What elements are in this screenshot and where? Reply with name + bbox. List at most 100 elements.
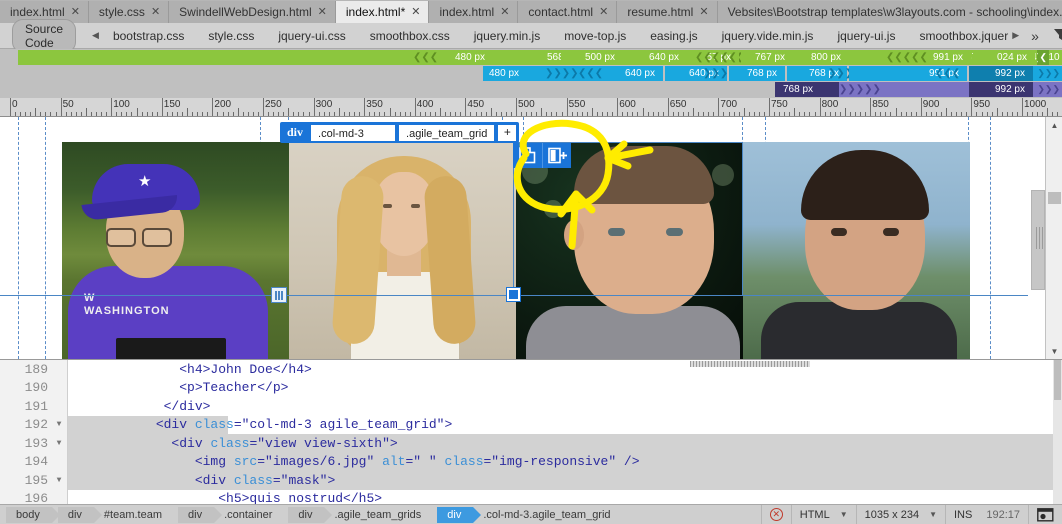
hud-class-field-2[interactable]: .agile_team_grid: [399, 124, 495, 141]
related-file-smoothbox-css[interactable]: smoothbox.css: [370, 29, 450, 43]
mq-resize-arrows[interactable]: ❯❯❯❯❯: [839, 82, 881, 97]
breadcrumb-selector[interactable]: .agile_team_grids: [330, 507, 431, 523]
hud-add-class-button[interactable]: +: [498, 124, 517, 141]
mq-segment-green-1024[interactable]: 024 px: [973, 50, 1035, 65]
related-file-jquery-vide-min-js[interactable]: jquery.vide.min.js: [722, 29, 814, 43]
fold-triangle-icon[interactable]: ▼: [52, 476, 66, 485]
code-line[interactable]: 190 <p>Teacher</p>: [0, 379, 1062, 398]
mq-segment-purple-992[interactable]: 992 px: [969, 82, 1033, 97]
tab-resume-html[interactable]: resume.html ✕: [617, 1, 718, 23]
close-icon[interactable]: ✕: [699, 6, 708, 18]
tab-index-html-modified[interactable]: index.html* ✕: [335, 1, 430, 23]
chevron-double-right-icon[interactable]: »: [1031, 28, 1039, 44]
tab-index-html-2[interactable]: index.html ✕: [429, 1, 519, 23]
tab-swindellwebdesign-html[interactable]: SwindellWebDesign.html ✕: [169, 1, 336, 23]
mq-resize-arrows[interactable]: ❮❮❮❮❮: [886, 50, 928, 65]
live-preview-button[interactable]: [1028, 504, 1062, 524]
related-file-easing-js[interactable]: easing.js: [650, 29, 697, 43]
scroll-left-icon[interactable]: ◀: [92, 30, 99, 41]
team-photo-1[interactable]: ★ W WASHINGTON: [62, 142, 289, 359]
element-class-hud[interactable]: div .col-md-3 .agile_team_grid +: [280, 122, 520, 143]
breadcrumb-tag[interactable]: div: [178, 506, 223, 523]
scroll-up-arrow-icon[interactable]: ▲: [1046, 117, 1062, 133]
scrollbar-thumb[interactable]: [1048, 192, 1061, 204]
team-photo-2[interactable]: [289, 142, 516, 359]
related-file-move-top-js[interactable]: move-top.js: [564, 29, 626, 43]
mq-resize-arrows[interactable]: ❮❮❮❮❮: [695, 50, 737, 65]
mq-segment-blue-768a[interactable]: 768 px: [729, 66, 785, 81]
related-file-style-css[interactable]: style.css: [208, 29, 254, 43]
code-line[interactable]: 195 ▼ <div class="mask">: [0, 471, 1062, 490]
mq-segment-blue-992[interactable]: 992 px: [969, 66, 1033, 81]
panel-splitter-handle[interactable]: [1031, 190, 1045, 290]
close-icon[interactable]: ✕: [151, 6, 160, 18]
related-file-bootstrap-css[interactable]: bootstrap.css: [113, 29, 184, 43]
mq-resize-arrows[interactable]: ❯❯❯: [703, 66, 728, 81]
mq-resize-arrows[interactable]: ❮❮❮: [413, 50, 438, 65]
close-icon[interactable]: ✕: [71, 6, 80, 18]
mq-segment-green-767[interactable]: 767 px: [741, 50, 793, 65]
breadcrumb-selector[interactable]: .container: [220, 507, 282, 523]
mq-segment-green-800[interactable]: 800 px: [793, 50, 849, 65]
mq-resize-arrows[interactable]: ❮❮❮: [578, 66, 603, 81]
breadcrumb-tag[interactable]: div: [288, 506, 333, 523]
code-line[interactable]: 196 <h5>quis nostrud</h5>: [0, 490, 1062, 504]
related-file-jquery-ui-js[interactable]: jquery-ui.js: [837, 29, 895, 43]
selection-square-handle[interactable]: [506, 287, 521, 302]
breadcrumb-selector[interactable]: .col-md-3.agile_team_grid: [479, 507, 620, 523]
related-file-smoothbox-jquery[interactable]: smoothbox.jquer: [919, 29, 1008, 43]
scroll-right-icon[interactable]: ▶: [1012, 30, 1019, 41]
team-photo-3[interactable]: [516, 142, 743, 359]
filter-funnel-icon[interactable]: [1053, 27, 1062, 45]
fold-triangle-icon[interactable]: ▼: [52, 439, 66, 448]
hud-class-field-1[interactable]: .col-md-3: [311, 124, 396, 141]
mq-resize-arrows[interactable]: ❮❮❮: [935, 66, 960, 81]
tab-contact-html[interactable]: contact.html ✕: [518, 1, 618, 23]
mq-segment-green-600[interactable]: 500 px: [561, 50, 623, 65]
breadcrumb-tag[interactable]: div: [57, 506, 102, 523]
tab-style-css[interactable]: style.css ✕: [88, 1, 170, 23]
code-line[interactable]: 191 </div>: [0, 397, 1062, 416]
duplicate-element-icon[interactable]: [513, 143, 542, 168]
scroll-down-arrow-icon[interactable]: ▼: [1046, 343, 1062, 359]
close-icon[interactable]: ✕: [500, 6, 509, 18]
team-photo-4[interactable]: [743, 142, 970, 359]
mq-resize-arrows[interactable]: ❯❯❯❯: [545, 66, 579, 81]
doctype-selector[interactable]: HTML ▼: [790, 504, 856, 524]
column-resize-handle[interactable]: [271, 287, 287, 303]
breadcrumb-tag[interactable]: div: [437, 506, 482, 523]
chevron-down-icon[interactable]: ▼: [840, 510, 848, 519]
horizontal-ruler[interactable]: 0 50 100 150 200 250 300 350 400 450 500 550 600 650 7…: [0, 98, 1062, 117]
breadcrumb-selector[interactable]: #team.team: [100, 507, 172, 523]
close-icon[interactable]: ✕: [318, 6, 327, 18]
editor-mode-indicator[interactable]: INS 192:17: [945, 504, 1028, 524]
error-circle-icon[interactable]: ✕: [769, 508, 783, 521]
fold-triangle-icon[interactable]: ▼: [52, 420, 66, 429]
mq-segment-blue-640a[interactable]: 640 px: [601, 66, 663, 81]
add-column-icon[interactable]: [542, 143, 571, 168]
breadcrumb-tag[interactable]: body: [6, 506, 60, 523]
chevron-down-icon[interactable]: ▼: [929, 510, 937, 519]
close-icon[interactable]: ✕: [411, 6, 420, 18]
mq-segment-purple-end[interactable]: ❯❯❯: [1033, 82, 1062, 97]
mq-segment-green-10[interactable]: 10: [1049, 50, 1062, 65]
code-vertical-scrollbar[interactable]: [1053, 360, 1062, 504]
related-file-jquery-ui-css[interactable]: jquery-ui.css: [278, 29, 345, 43]
code-line[interactable]: 189 <h4>John Doe</h4>: [0, 360, 1062, 379]
photo-shape: [574, 146, 714, 204]
code-line[interactable]: 194 <img src="images/6.jpg" alt=" " clas…: [0, 453, 1062, 472]
mq-segment-purple-768-label[interactable]: 768 px: [775, 82, 839, 97]
code-line[interactable]: 192 ▼ <div class="col-md-3 agile_team_gri…: [0, 416, 1062, 435]
error-indicator[interactable]: ✕: [760, 504, 791, 524]
mq-segment-green-640[interactable]: 640 px: [625, 50, 687, 65]
related-file-jquery-min-js[interactable]: jquery.min.js: [474, 29, 540, 43]
scrollbar-thumb[interactable]: [1054, 360, 1061, 400]
canvas-vertical-scrollbar[interactable]: ▲ ▼: [1045, 117, 1062, 359]
code-line[interactable]: 193 ▼ <div class="view view-sixth">: [0, 434, 1062, 453]
close-icon[interactable]: ✕: [599, 6, 608, 18]
window-size-selector[interactable]: 1035 x 234 ▼: [855, 504, 945, 524]
source-code-button[interactable]: Source Code: [12, 18, 77, 53]
mq-segment-green-arrows[interactable]: ❮❮: [1037, 50, 1049, 65]
code-editor[interactable]: 189 <h4>John Doe</h4> 190 <p>Teacher</p> 1…: [0, 359, 1062, 504]
mq-segment-blue-end[interactable]: ❯❯❯: [1033, 66, 1062, 81]
